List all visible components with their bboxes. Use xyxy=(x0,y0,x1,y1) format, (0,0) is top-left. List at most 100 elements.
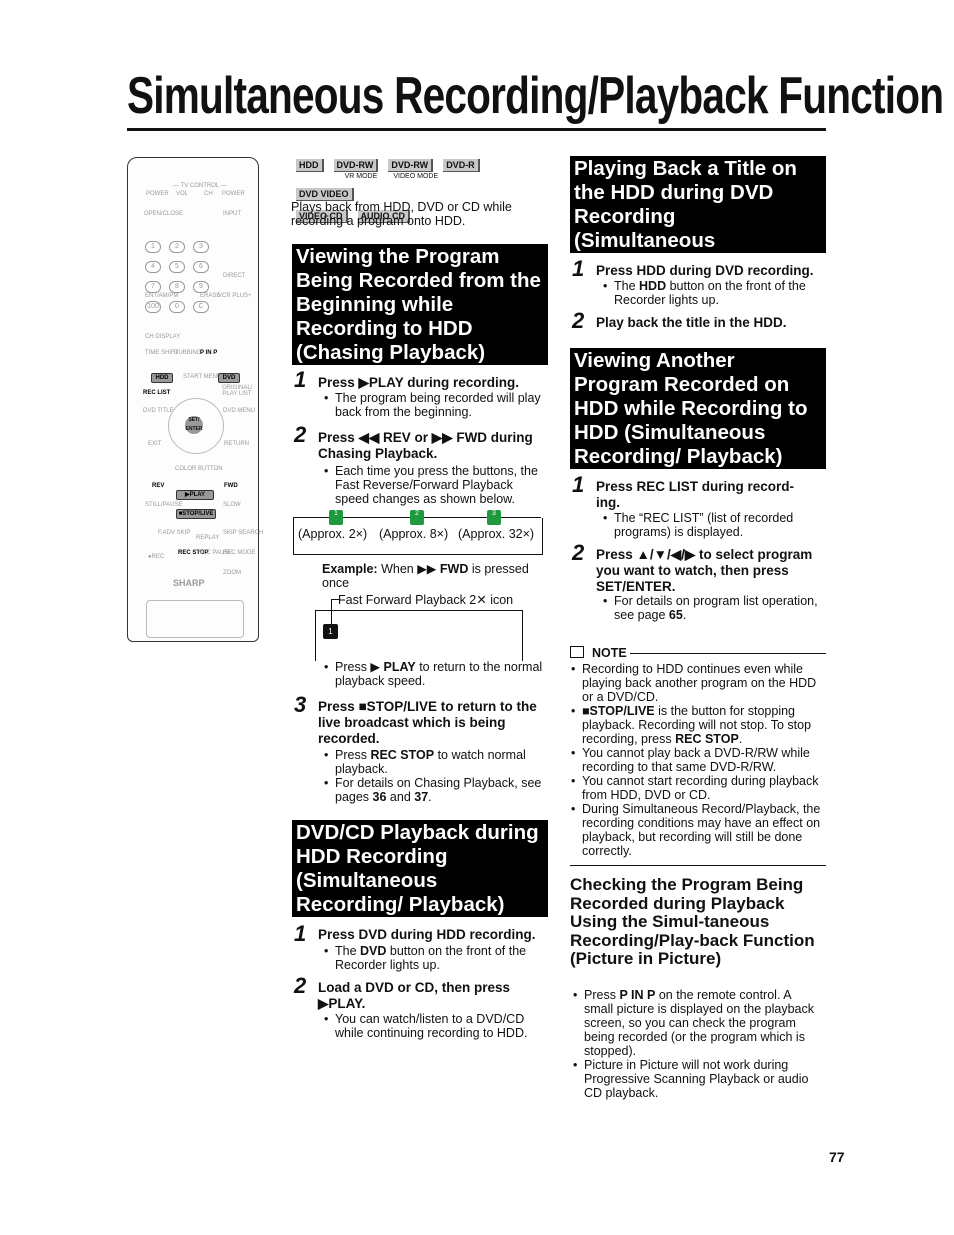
remote-label: VOL xyxy=(176,191,189,197)
bullet: For details on program list operation, s… xyxy=(600,594,826,622)
step-text: Press HDD during DVD recording. xyxy=(596,263,831,279)
text-run: The “REC LIST” (list of recorded program… xyxy=(614,511,794,539)
text-run: You cannot play back a DVD-R/RW while re… xyxy=(582,746,810,774)
remote-label: SLOW xyxy=(223,502,241,508)
remote-label: INPUT xyxy=(223,211,241,217)
remote-label: P IN P xyxy=(200,350,218,356)
text-run: You cannot start recording during playba… xyxy=(582,774,819,802)
bullet-list: Press REC STOP to watch normal playback.… xyxy=(321,748,549,804)
remote-label: RETURN xyxy=(224,441,249,447)
step-text: Press ▲/▼/◀/▶ to select program you want… xyxy=(596,547,824,595)
bullet-list: The program being recorded will play bac… xyxy=(321,391,549,419)
step-number: 1 xyxy=(294,921,307,946)
step-text: Press ◀◀ REV or ▶▶ FWD during Chasing Pl… xyxy=(318,430,533,462)
step-text: Play back the title in the HDD. xyxy=(596,315,831,331)
text-run: For details on Chasing Playback, see pag… xyxy=(335,776,542,804)
remote-digit-button: 8 xyxy=(169,281,185,293)
bullet-list: Press P IN P on the remote control. A sm… xyxy=(570,988,820,1100)
bullet: Press P IN P on the remote control. A sm… xyxy=(570,988,820,1058)
text-run: Press ▶ xyxy=(335,660,384,674)
remote-digit-button: 7 xyxy=(145,281,161,293)
disc-badge: DVD-RW VIDEO MODE xyxy=(388,155,443,180)
section-heading: DVD/CD Playback during HDD Recording (Si… xyxy=(292,820,548,917)
bullet-list: For details on program list operation, s… xyxy=(600,594,826,622)
remote-stop-button: ■STOP/LIVE xyxy=(176,509,216,519)
remote-label: COLOR BUTTON xyxy=(175,466,223,472)
remote-label: REC MODE xyxy=(223,550,256,556)
remote-label: — TV CONTROL — xyxy=(173,183,227,189)
text-run: Press DVD during HDD recording. xyxy=(318,927,536,942)
remote-play-button: ▶PLAY xyxy=(176,490,214,500)
text-run: 65 xyxy=(668,608,683,622)
bullet-list: The “REC LIST” (list of recorded program… xyxy=(600,511,826,539)
text-run: Recording to HDD continues even while pl… xyxy=(582,662,817,704)
text-run: Press REC LIST during record-ing. xyxy=(596,479,795,510)
step-number: 1 xyxy=(294,367,307,392)
bullet: The HDD button on the front of the Recor… xyxy=(600,279,826,307)
text-run: 37 xyxy=(414,790,429,804)
remote-set-enter: SET/ ENTER xyxy=(185,416,203,434)
disc-badge: HDD xyxy=(296,155,334,173)
remote-label: EXIT xyxy=(148,441,162,447)
text-run: 36 xyxy=(372,790,387,804)
remote-label: DIRECT xyxy=(223,273,246,279)
remote-label: OPEN/CLOSE xyxy=(144,211,184,217)
text-run: For details on program list operation, s… xyxy=(614,594,818,622)
bullet: The “REC LIST” (list of recorded program… xyxy=(600,511,826,539)
bullet: You cannot start recording during playba… xyxy=(568,774,826,802)
text-run: REC STOP xyxy=(675,732,739,746)
remote-label: ZOOM xyxy=(223,570,241,576)
title-rule xyxy=(127,128,826,131)
remote-brand-logo: SHARP xyxy=(173,578,205,588)
text-run: Press xyxy=(584,988,620,1002)
text-run: Press ◀◀ REV or ▶▶ FWD during Chasing Pl… xyxy=(318,430,533,461)
remote-label: REC LIST xyxy=(143,390,171,396)
remote-digit-button: 9 xyxy=(193,281,209,293)
text-run: The xyxy=(614,279,640,293)
text-run: During Simultaneous Record/Playback, the… xyxy=(582,802,821,858)
text-run: . xyxy=(428,790,432,804)
remote-label: ●REC xyxy=(148,554,165,560)
remote-digit-button: 1 xyxy=(145,241,161,253)
bullet: ■STOP/LIVE is the button for stopping pl… xyxy=(568,704,826,746)
text-run: You can watch/listen to a DVD/CD while c… xyxy=(335,1012,528,1040)
text-run: . xyxy=(738,732,743,746)
section-heading: Viewing Another Program Recorded on HDD … xyxy=(570,348,826,469)
bullet: The DVD button on the front of the Recor… xyxy=(321,944,549,972)
text-run: Load a DVD or CD, then press ▶PLAY. xyxy=(318,980,511,1011)
manual-page: Simultaneous Recording/Playback Function… xyxy=(0,0,954,1235)
bullet: Picture in Picture will not work during … xyxy=(570,1058,820,1100)
remote-label: DVD MENU xyxy=(223,408,256,414)
remote-digit-button: 0 xyxy=(169,301,185,313)
remote-label: POWER xyxy=(146,191,169,197)
remote-label: VCR PLUS+ xyxy=(218,293,252,299)
note-rule xyxy=(630,653,826,654)
step-text: Press REC LIST during record-ing. xyxy=(596,479,818,511)
bullet: The program being recorded will play bac… xyxy=(321,391,549,419)
remote-label: DVD TITLE xyxy=(143,408,174,414)
remote-label: REPLAY xyxy=(196,535,220,541)
text-run: DVD xyxy=(360,944,387,958)
remote-label: CH DISPLAY xyxy=(145,334,181,340)
step-number: 1 xyxy=(572,472,585,497)
step-text: Press DVD during HDD recording. xyxy=(318,927,553,943)
remote-cover xyxy=(146,600,244,638)
text-run: The xyxy=(335,944,361,958)
remote-label: F.ADV SKIP xyxy=(158,530,191,536)
remote-label: ENT/AM/PM xyxy=(145,293,179,299)
text-run: Picture in Picture will not work during … xyxy=(584,1058,809,1100)
text-run: FWD xyxy=(439,562,469,576)
remote-control-illustration: — TV CONTROL — POWER VOL CH POWER OPEN/C… xyxy=(127,157,263,642)
bullet: Press REC STOP to watch normal playback. xyxy=(321,748,549,776)
text-run: Press xyxy=(335,748,371,762)
text-run: P IN P xyxy=(619,988,656,1002)
text-run: Each time you press the buttons, the Fas… xyxy=(335,464,538,506)
intro-text: Plays back from HDD, DVD or CD while rec… xyxy=(291,200,512,228)
disc-badge: DVD-RW VR MODE xyxy=(333,155,389,180)
remote-label: POWER xyxy=(222,191,245,197)
page-title: Simultaneous Recording/Playback Function xyxy=(127,67,944,125)
bullet: Recording to HDD continues even while pl… xyxy=(568,662,826,704)
section-heading: Viewing the Program Being Recorded from … xyxy=(292,244,548,365)
step-text: Press ■STOP/LIVE to return to the live b… xyxy=(318,699,543,747)
remote-label: DUBBING xyxy=(174,350,202,356)
